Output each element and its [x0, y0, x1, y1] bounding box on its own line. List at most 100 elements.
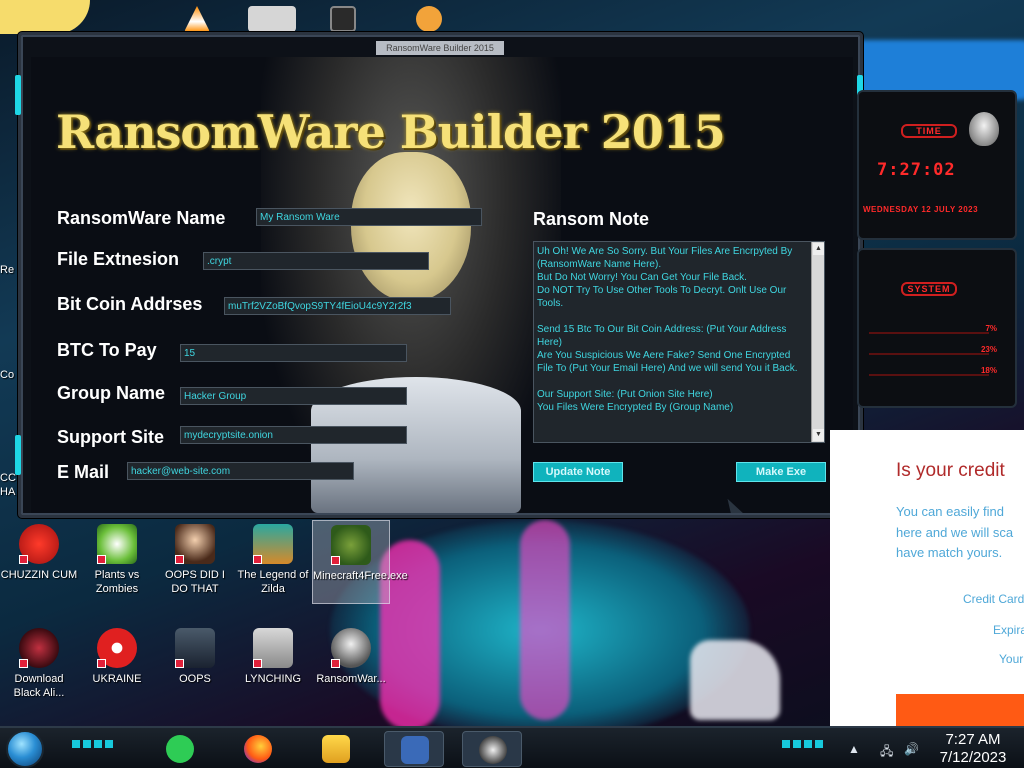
portrait-icon — [175, 524, 215, 564]
ransom-note-label: Ransom Note — [533, 209, 650, 229]
desktop-icon[interactable]: The Legend of Zilda — [234, 524, 312, 596]
window-frame-accent — [15, 435, 21, 475]
taskbar-app[interactable] — [150, 731, 210, 767]
email-input[interactable] — [127, 462, 354, 480]
ransom-note-textarea[interactable]: Uh Oh! We Are So Sorry. But Your Files A… — [533, 241, 825, 443]
gadget-date: WEDNESDAY 12 JULY 2023 — [863, 205, 979, 214]
desktop-icon-label: The Legend of Zilda — [237, 569, 309, 595]
update-note-button[interactable]: Update Note — [533, 462, 623, 482]
desktop-icon-label: Plants vs Zombies — [94, 569, 140, 595]
desktop-icon-label: Minecraft4Free.exe — [313, 570, 408, 582]
desktop-label-partial: HA — [0, 486, 16, 498]
time-gadget: TIME 7:27:02 WEDNESDAY 12 JULY 2023 — [857, 90, 1017, 240]
skull-icon — [331, 628, 371, 668]
support-site-label: Support Site — [57, 427, 164, 447]
desktop-label-partial: Co — [0, 369, 15, 381]
popup-text: here and we will sca — [896, 525, 1014, 540]
disk-bar — [869, 374, 989, 376]
btc-to-pay-input[interactable] — [180, 344, 407, 362]
desktop-icon-label: OOPS — [179, 673, 211, 685]
desktop-icon[interactable]: Download Black Ali... — [0, 628, 78, 700]
cartoon-avatar-icon[interactable] — [0, 0, 90, 34]
btc-to-pay-label: BTC To Pay — [57, 340, 157, 360]
desktop-label-partial: CC — [0, 472, 16, 484]
app-icon[interactable] — [248, 6, 296, 32]
taskbar-app[interactable] — [228, 731, 288, 767]
zelda-game-icon — [253, 524, 293, 564]
alien-theme-icon — [19, 628, 59, 668]
popup-text: You can easily find — [896, 504, 1004, 519]
taskbar-app-active[interactable] — [384, 731, 444, 767]
start-button[interactable] — [6, 730, 44, 768]
popup-submit-button[interactable] — [896, 694, 1024, 726]
browser-popup: Is your credit You can easily find here … — [830, 430, 1024, 726]
group-name-label: Group Name — [57, 383, 166, 403]
scroll-up-icon[interactable]: ▲ — [813, 243, 824, 255]
taskbar: ▲ 🖧 🔊 7:27 AM 7/12/2023 — [0, 726, 1024, 768]
ransomware-name-label: RansomWare Name — [57, 208, 226, 228]
ransomware-builder-window: RansomWare Builder 2015 RansomWare Build… — [15, 32, 863, 518]
application-icon — [175, 628, 215, 668]
email-label: E Mail — [57, 462, 110, 482]
scroll-down-icon[interactable]: ▼ — [813, 429, 824, 441]
taskbar-date: 7/12/2023 — [939, 749, 1007, 766]
time-gadget-title: TIME — [901, 124, 957, 138]
desktop-icon[interactable]: CHUZZIN CUM — [0, 524, 78, 582]
cpu-bar — [869, 332, 989, 334]
radiation-icon — [97, 628, 137, 668]
desktop-icon[interactable]: UKRAINE — [78, 628, 156, 686]
app-icon[interactable] — [330, 6, 356, 32]
desktop-icon[interactable]: OOPS DID I DO THAT — [156, 524, 234, 596]
group-name-input[interactable] — [180, 387, 407, 405]
alienware-logo-icon — [969, 112, 999, 146]
desktop-label-partial: Re — [0, 264, 15, 276]
ram-bar — [869, 353, 989, 355]
taskbar-app-active[interactable] — [462, 731, 522, 767]
firefox-icon — [244, 735, 272, 763]
vlc-icon[interactable] — [184, 6, 210, 32]
desktop-icon-label: OOPS DID I DO THAT — [165, 569, 225, 595]
minecraft-icon — [331, 525, 371, 565]
ram-value: 23% — [980, 345, 997, 354]
disk-value: 18% — [980, 366, 997, 375]
ransom-note-scrollbar[interactable]: ▲ ▼ — [811, 242, 824, 442]
ransomware-name-input[interactable] — [256, 208, 482, 226]
your-field-label: Your — [999, 652, 1024, 666]
gadget-clock: 7:27:02 — [877, 160, 956, 180]
app-brand-title: RansomWare Builder 2015 — [56, 105, 726, 159]
taskbar-app[interactable] — [306, 731, 366, 767]
system-gadget: SYSTEM 7% 23% 18% — [857, 248, 1017, 408]
system-gadget-title: SYSTEM — [901, 282, 957, 296]
plants-vs-zombies-icon — [97, 524, 137, 564]
desktop-icon-label: RansomWar... — [316, 673, 386, 685]
builder-panel: RansomWare Builder 2015 RansomWare Name … — [31, 57, 853, 513]
volume-icon[interactable]: 🔊 — [904, 742, 919, 756]
taskbar-decoration — [72, 740, 116, 748]
credit-card-field-label: Credit Card — [963, 592, 1024, 606]
network-icon[interactable]: 🖧 — [880, 742, 893, 763]
tray-arrow-icon[interactable]: ▲ — [848, 742, 860, 756]
bitcoin-address-label: Bit Coin Addrses — [57, 294, 203, 314]
window-title: RansomWare Builder 2015 — [376, 41, 504, 55]
file-explorer-icon — [322, 735, 350, 763]
taskbar-clock[interactable]: 7:27 AM 7/12/2023 — [928, 731, 1018, 767]
desktop-icon-label: UKRAINE — [92, 673, 142, 685]
taskbar-decoration — [782, 740, 826, 748]
builder-app-icon — [401, 736, 429, 764]
support-site-input[interactable] — [180, 426, 407, 444]
popup-heading: Is your credit — [896, 460, 1005, 481]
desktop-icon[interactable]: LYNCHING — [234, 628, 312, 686]
desktop-icon[interactable]: Plants vs Zombies — [78, 524, 156, 596]
make-exe-button[interactable]: Make Exe — [736, 462, 826, 482]
desktop-icon[interactable]: OOPS — [156, 628, 234, 686]
desktop-icon-label: Download Black Ali... — [13, 673, 65, 699]
bitcoin-address-input[interactable] — [224, 297, 451, 315]
desktop-icon-selected[interactable]: Minecraft4Free.exe — [312, 520, 408, 604]
desktop-icon[interactable]: RansomWar... — [312, 628, 390, 686]
app-icon[interactable] — [416, 6, 442, 32]
emblem-icon — [253, 628, 293, 668]
cpu-value: 7% — [985, 324, 997, 333]
wallpaper-figure-leg — [520, 520, 570, 720]
top-desktop-icons — [0, 0, 1024, 34]
file-extension-input[interactable] — [203, 252, 429, 270]
